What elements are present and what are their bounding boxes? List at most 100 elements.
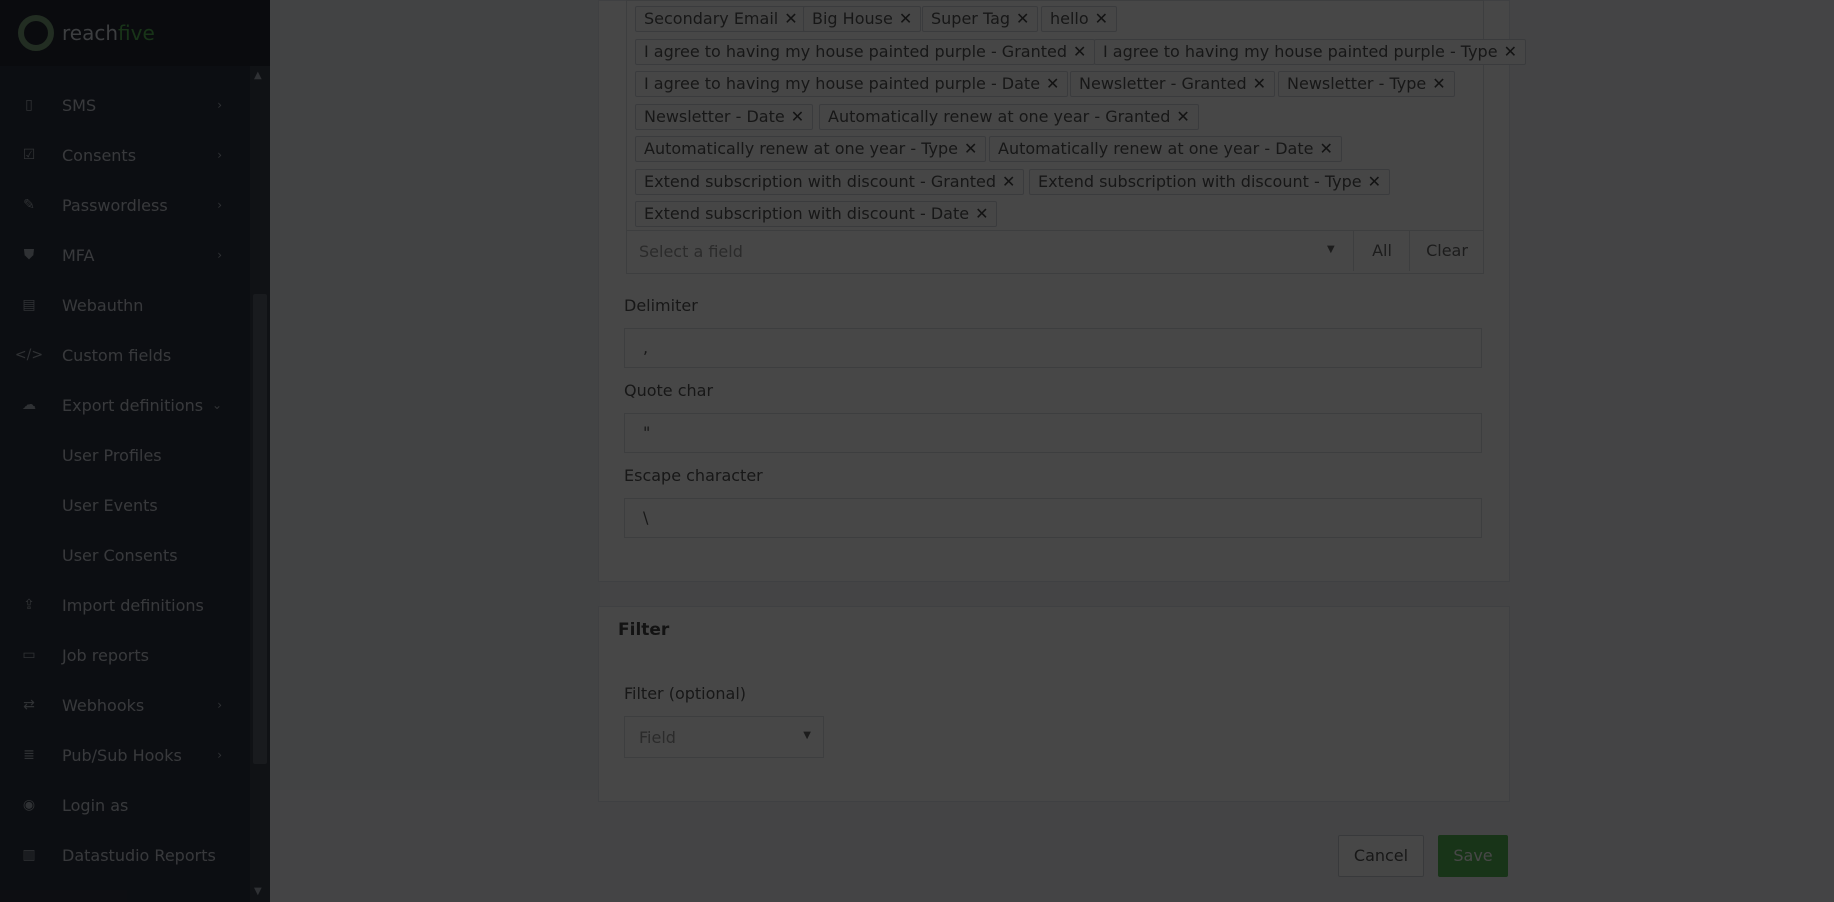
sidebar-item-user-consents[interactable]: User Consents bbox=[0, 530, 250, 580]
sidebar-item-datastudio-reports[interactable]: ▥ Datastudio Reports bbox=[0, 830, 250, 880]
scroll-down-arrow-icon[interactable]: ▼ bbox=[254, 886, 262, 897]
logo-bar[interactable]: reachfive bbox=[0, 0, 270, 66]
file-icon: ▭ bbox=[22, 647, 36, 663]
sidebar-item-label: Datastudio Reports bbox=[62, 845, 216, 865]
scrollbar-thumb[interactable] bbox=[253, 294, 267, 764]
cloud-download-icon: ☁ bbox=[22, 397, 36, 413]
quote-char-input[interactable]: " bbox=[624, 413, 1482, 453]
sidebar-item-label: Login as bbox=[62, 795, 129, 815]
tag-remove-icon[interactable]: ✕ bbox=[1176, 107, 1189, 126]
main-left-column bbox=[270, 0, 600, 790]
selected-field-tag: Super Tag ✕ bbox=[922, 6, 1039, 32]
tag-remove-icon[interactable]: ✕ bbox=[1016, 9, 1029, 28]
chevron-right-icon[interactable]: › bbox=[217, 698, 222, 712]
sidebar-item-import-definitions[interactable]: ⇪ Import definitions bbox=[0, 580, 250, 630]
sidebar-item-label: Custom fields bbox=[62, 345, 172, 365]
tag-label: I agree to having my house painted purpl… bbox=[644, 41, 1067, 61]
chevron-down-icon[interactable]: ⌄ bbox=[212, 398, 222, 412]
eye-icon: ◉ bbox=[22, 797, 36, 813]
sidebar-item-label: SMS bbox=[62, 95, 97, 115]
tag-remove-icon[interactable]: ✕ bbox=[899, 9, 912, 28]
tag-label: Newsletter - Type bbox=[1287, 74, 1427, 93]
tag-remove-icon[interactable]: ✕ bbox=[1432, 74, 1445, 93]
scroll-up-arrow-icon[interactable]: ▲ bbox=[254, 70, 262, 81]
chevron-right-icon[interactable]: › bbox=[217, 748, 222, 762]
escape-char-input[interactable]: \ bbox=[624, 498, 1482, 538]
chevron-right-icon[interactable]: › bbox=[217, 198, 222, 212]
sidebar-item-job-reports[interactable]: ▭ Job reports bbox=[0, 630, 250, 680]
sidebar-item-consents[interactable]: ☑ Consents › bbox=[0, 130, 250, 180]
filter-card bbox=[598, 606, 1510, 802]
delimiter-label: Delimiter bbox=[624, 296, 698, 315]
tag-remove-icon[interactable]: ✕ bbox=[1002, 172, 1015, 191]
tag-label: Newsletter - Granted bbox=[1079, 74, 1247, 93]
sidebar-item-mfa[interactable]: ⛊ MFA › bbox=[0, 230, 250, 280]
sidebar-item-label: Webhooks bbox=[62, 695, 145, 715]
upload-icon: ⇪ bbox=[23, 597, 35, 613]
sidebar-item-user-profiles[interactable]: User Profiles bbox=[0, 430, 250, 480]
cancel-button[interactable]: Cancel bbox=[1338, 835, 1424, 877]
reachfive-logo-icon bbox=[18, 15, 54, 51]
sidebar-item-sms[interactable]: ▯ SMS › bbox=[0, 80, 250, 130]
field-select-row[interactable]: Select a field ▼ All Clear bbox=[626, 230, 1484, 274]
filter-section-title: Filter bbox=[618, 620, 670, 640]
tag-label: Newsletter - Date bbox=[644, 106, 785, 126]
tag-remove-icon[interactable]: ✕ bbox=[1504, 42, 1517, 61]
caret-down-icon[interactable]: ▼ bbox=[803, 730, 811, 741]
shield-icon: ⛊ bbox=[23, 247, 35, 263]
caret-down-icon[interactable]: ▼ bbox=[1327, 244, 1335, 255]
save-button[interactable]: Save bbox=[1438, 835, 1508, 877]
sidebar-item-webhooks[interactable]: ⇄ Webhooks › bbox=[0, 680, 250, 730]
database-icon: ≣ bbox=[23, 747, 35, 763]
selected-field-tag: Automatically renew at one year - Date ✕ bbox=[989, 136, 1342, 162]
sidebar-item-login-as[interactable]: ◉ Login as bbox=[0, 780, 250, 830]
tag-label: hello bbox=[1050, 9, 1089, 28]
sidebar-item-label: Pub/Sub Hooks bbox=[62, 745, 182, 765]
sidebar-item-export-definitions[interactable]: ☁ Export definitions ⌄ bbox=[0, 380, 250, 430]
delimiter-input[interactable]: , bbox=[624, 328, 1482, 368]
sidebar-item-custom-fields[interactable]: </> Custom fields bbox=[0, 330, 250, 380]
chevron-right-icon[interactable]: › bbox=[217, 148, 222, 162]
sidebar-item-webauthn[interactable]: ▤ Webauthn bbox=[0, 280, 250, 330]
sidebar-item-passwordless[interactable]: ✎ Passwordless › bbox=[0, 180, 250, 230]
selected-field-tag: Extend subscription with discount - Type… bbox=[1029, 168, 1390, 195]
sidebar-item-label: User Profiles bbox=[62, 445, 162, 465]
tag-remove-icon[interactable]: ✕ bbox=[1073, 42, 1086, 61]
filter-optional-label: Filter (optional) bbox=[624, 684, 747, 703]
tag-remove-icon[interactable]: ✕ bbox=[975, 204, 988, 223]
tag-remove-icon[interactable]: ✕ bbox=[964, 139, 977, 158]
sidebar-item-user-events[interactable]: User Events bbox=[0, 480, 250, 530]
tag-remove-icon[interactable]: ✕ bbox=[1095, 9, 1108, 28]
escape-char-label: Escape character bbox=[624, 466, 763, 485]
tag-label: Super Tag bbox=[931, 9, 1011, 28]
chevron-right-icon[interactable]: › bbox=[217, 248, 222, 262]
tag-remove-icon[interactable]: ✕ bbox=[1368, 172, 1381, 191]
sidebar-item-label: Passwordless bbox=[62, 195, 168, 215]
quote-char-label: Quote char bbox=[624, 381, 714, 400]
selected-field-tag: hello ✕ bbox=[1041, 6, 1118, 32]
brand-name-part2: five bbox=[118, 21, 155, 45]
filter-field-select[interactable]: Field ▼ bbox=[624, 716, 824, 758]
tag-remove-icon[interactable]: ✕ bbox=[1253, 74, 1266, 93]
sidebar-scrollbar[interactable]: ▲ ▼ bbox=[250, 66, 270, 902]
select-field-placeholder: Select a field bbox=[639, 242, 743, 261]
selected-field-tag: I agree to having my house painted purpl… bbox=[635, 38, 1096, 65]
tag-remove-icon[interactable]: ✕ bbox=[784, 9, 797, 28]
tag-remove-icon[interactable]: ✕ bbox=[1046, 74, 1059, 93]
selected-field-tag: Automatically renew at one year - Grante… bbox=[819, 103, 1199, 130]
chevron-right-icon[interactable]: › bbox=[217, 98, 222, 112]
tag-remove-icon[interactable]: ✕ bbox=[791, 107, 804, 126]
tag-remove-icon[interactable]: ✕ bbox=[1319, 139, 1332, 158]
tag-label: Extend subscription with discount - Gran… bbox=[644, 171, 997, 191]
selected-field-tag: I agree to having my house painted purpl… bbox=[1094, 38, 1526, 65]
sidebar-item-label: User Consents bbox=[62, 545, 178, 565]
clear-fields-button[interactable]: Clear bbox=[1409, 231, 1484, 271]
tag-label: I agree to having my house painted purpl… bbox=[644, 74, 1041, 93]
sidebar-item-label: MFA bbox=[62, 245, 95, 265]
selected-field-tag: Extend subscription with discount - Date… bbox=[635, 201, 998, 227]
sidebar-item-pub-sub-hooks[interactable]: ≣ Pub/Sub Hooks › bbox=[0, 730, 250, 780]
selected-field-tag: Newsletter - Granted ✕ bbox=[1070, 71, 1276, 97]
cards-icon: ▤ bbox=[22, 297, 36, 313]
check-square-icon: ☑ bbox=[22, 147, 36, 163]
select-all-button[interactable]: All bbox=[1353, 231, 1410, 271]
